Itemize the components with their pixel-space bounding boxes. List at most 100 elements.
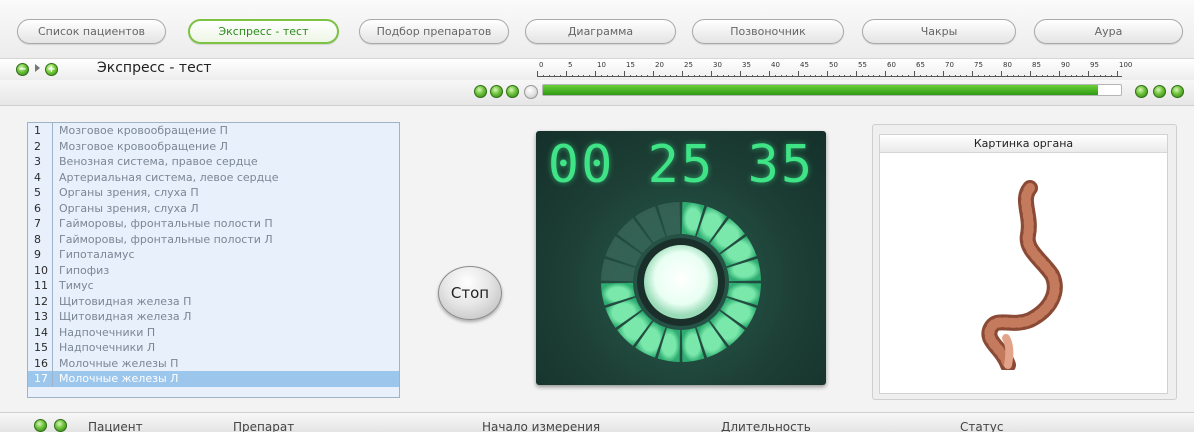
scale-minor-tick bbox=[716, 75, 718, 77]
colon-organ-image bbox=[981, 180, 1063, 370]
section-title: Экспресс - тест bbox=[97, 60, 212, 76]
tab-patient-list[interactable]: Список пациентов bbox=[17, 19, 166, 44]
list-item[interactable]: 16 Молочные железы П bbox=[28, 355, 399, 371]
tab-express-test[interactable]: Экспресс - тест bbox=[188, 19, 339, 44]
tab-aura[interactable]: Аура bbox=[1034, 19, 1183, 44]
scale-tick bbox=[566, 71, 567, 77]
scale-minor-tick bbox=[983, 75, 985, 77]
minus-circle-icon[interactable]: − bbox=[16, 63, 29, 76]
scale-minor-tick bbox=[925, 75, 927, 77]
scale-minor-tick bbox=[948, 75, 950, 77]
scale-minor-tick bbox=[902, 75, 904, 77]
scale-tick bbox=[624, 71, 625, 77]
scale-label: 0 bbox=[539, 61, 544, 69]
scale-minor-tick bbox=[560, 75, 562, 77]
list-item[interactable]: 5 Органы зрения, слуха П bbox=[28, 185, 399, 201]
list-item-label: Мозговое кровообращение П bbox=[59, 124, 228, 137]
scale-label: 15 bbox=[626, 61, 635, 69]
scale-minor-tick bbox=[635, 75, 637, 77]
scale-minor-tick bbox=[647, 75, 649, 77]
list-item-label: Щитовидная железа П bbox=[59, 294, 192, 308]
triangle-right-icon[interactable] bbox=[35, 64, 40, 72]
scale-label: 70 bbox=[945, 61, 954, 69]
scale-minor-tick bbox=[705, 75, 707, 77]
scale-minor-tick bbox=[1035, 75, 1037, 77]
list-item[interactable]: 4 Артериальная система, левое сердце bbox=[28, 169, 399, 185]
scale-minor-tick bbox=[960, 75, 962, 77]
indicator-left-1-icon bbox=[474, 85, 487, 98]
list-item[interactable]: 12 Щитовидная железа П bbox=[28, 293, 399, 309]
scale-minor-tick bbox=[676, 75, 678, 77]
column-start-time: Начало измерения bbox=[482, 420, 601, 432]
indicator-left-3-icon bbox=[506, 85, 519, 98]
list-item-label: Органы зрения, слуха П bbox=[59, 186, 199, 199]
scale-minor-tick bbox=[1105, 75, 1107, 77]
list-item-number: 3 bbox=[28, 154, 53, 170]
list-item-number: 14 bbox=[28, 324, 53, 340]
scale-minor-tick bbox=[751, 75, 753, 77]
stop-button[interactable]: Стоп bbox=[438, 266, 502, 320]
list-item[interactable]: 13 Щитовидная железа Л bbox=[28, 309, 399, 325]
list-item-label: Венозная система, правое сердце bbox=[59, 155, 258, 168]
scale-tick bbox=[972, 71, 973, 77]
list-item[interactable]: 2 Мозговое кровообращение Л bbox=[28, 138, 399, 154]
tab-drug-selection[interactable]: Подбор препаратов bbox=[359, 19, 509, 44]
scale-minor-tick bbox=[809, 75, 811, 77]
organ-list[interactable]: 1 Мозговое кровообращение П 2 Мозговое кров… bbox=[27, 122, 400, 398]
list-item[interactable]: 11 Тимус bbox=[28, 278, 399, 294]
list-item-label: Органы зрения, слуха Л bbox=[59, 201, 199, 215]
scale-minor-tick bbox=[838, 75, 840, 77]
scale-label: 35 bbox=[742, 61, 751, 69]
scale-minor-tick bbox=[954, 75, 956, 77]
list-item-label: Молочные железы Л bbox=[59, 372, 179, 385]
scale-minor-tick bbox=[867, 75, 869, 77]
status-right-icon[interactable] bbox=[54, 419, 67, 432]
list-item[interactable]: 1 Мозговое кровообращение П bbox=[28, 123, 399, 139]
scale-label: 65 bbox=[916, 61, 925, 69]
plus-circle-icon[interactable]: + bbox=[45, 63, 58, 76]
tab-chakras[interactable]: Чакры bbox=[862, 19, 1016, 44]
scale-minor-tick bbox=[937, 75, 939, 77]
list-item[interactable]: 7 Гайморовы, фронтальные полости П bbox=[28, 216, 399, 232]
scale-minor-tick bbox=[728, 75, 730, 77]
status-left-icon[interactable] bbox=[34, 419, 47, 432]
scale-minor-tick bbox=[780, 75, 782, 77]
list-item[interactable]: 9 Гипоталамус bbox=[28, 247, 399, 263]
list-item[interactable]: 3 Венозная система, правое сердце bbox=[28, 154, 399, 170]
tab-spine[interactable]: Позвоночник bbox=[692, 19, 844, 44]
list-item[interactable]: 6 Органы зрения, слуха Л bbox=[28, 200, 399, 216]
scale-minor-tick bbox=[890, 75, 892, 77]
column-patient: Пациент bbox=[88, 420, 143, 432]
scale-minor-tick bbox=[803, 75, 805, 77]
scale-minor-tick bbox=[577, 75, 579, 77]
scale-minor-tick bbox=[1082, 75, 1084, 77]
progress-scale: 0 5 10 15 20 25 30 35 40 45 50 55 60 65 70 75 80 85 90 95 10… bbox=[537, 61, 1132, 77]
scale-minor-tick bbox=[612, 75, 614, 77]
scale-label: 50 bbox=[829, 61, 838, 69]
scale-minor-tick bbox=[821, 75, 823, 77]
scale-minor-tick bbox=[699, 75, 701, 77]
scale-tick bbox=[1088, 71, 1089, 77]
list-item-label: Гипофиз bbox=[59, 263, 110, 277]
tab-diagram[interactable]: Диаграмма bbox=[525, 19, 676, 44]
list-item[interactable]: 17 Молочные железы Л bbox=[28, 371, 399, 387]
scale-minor-tick bbox=[1099, 75, 1101, 77]
list-item-number: 9 bbox=[28, 247, 53, 263]
scale-minor-tick bbox=[844, 75, 846, 77]
scale-minor-tick bbox=[658, 75, 660, 77]
scale-minor-tick bbox=[977, 75, 979, 77]
list-item[interactable]: 15 Надпочечники Л bbox=[28, 340, 399, 356]
scale-minor-tick bbox=[763, 75, 765, 77]
scale-minor-tick bbox=[774, 75, 776, 77]
list-item-number: 15 bbox=[28, 340, 53, 356]
list-item[interactable]: 14 Надпочечники П bbox=[28, 324, 399, 340]
scale-minor-tick bbox=[1006, 75, 1008, 77]
list-item[interactable]: 8 Гайморовы, фронтальные полости Л bbox=[28, 231, 399, 247]
list-item[interactable]: 10 Гипофиз bbox=[28, 262, 399, 278]
scale-minor-tick bbox=[734, 75, 736, 77]
list-item-number: 4 bbox=[28, 169, 53, 185]
scale-minor-tick bbox=[571, 75, 573, 77]
scale-tick bbox=[595, 71, 596, 77]
scale-label: 45 bbox=[800, 61, 809, 69]
list-item-number: 7 bbox=[28, 216, 53, 232]
